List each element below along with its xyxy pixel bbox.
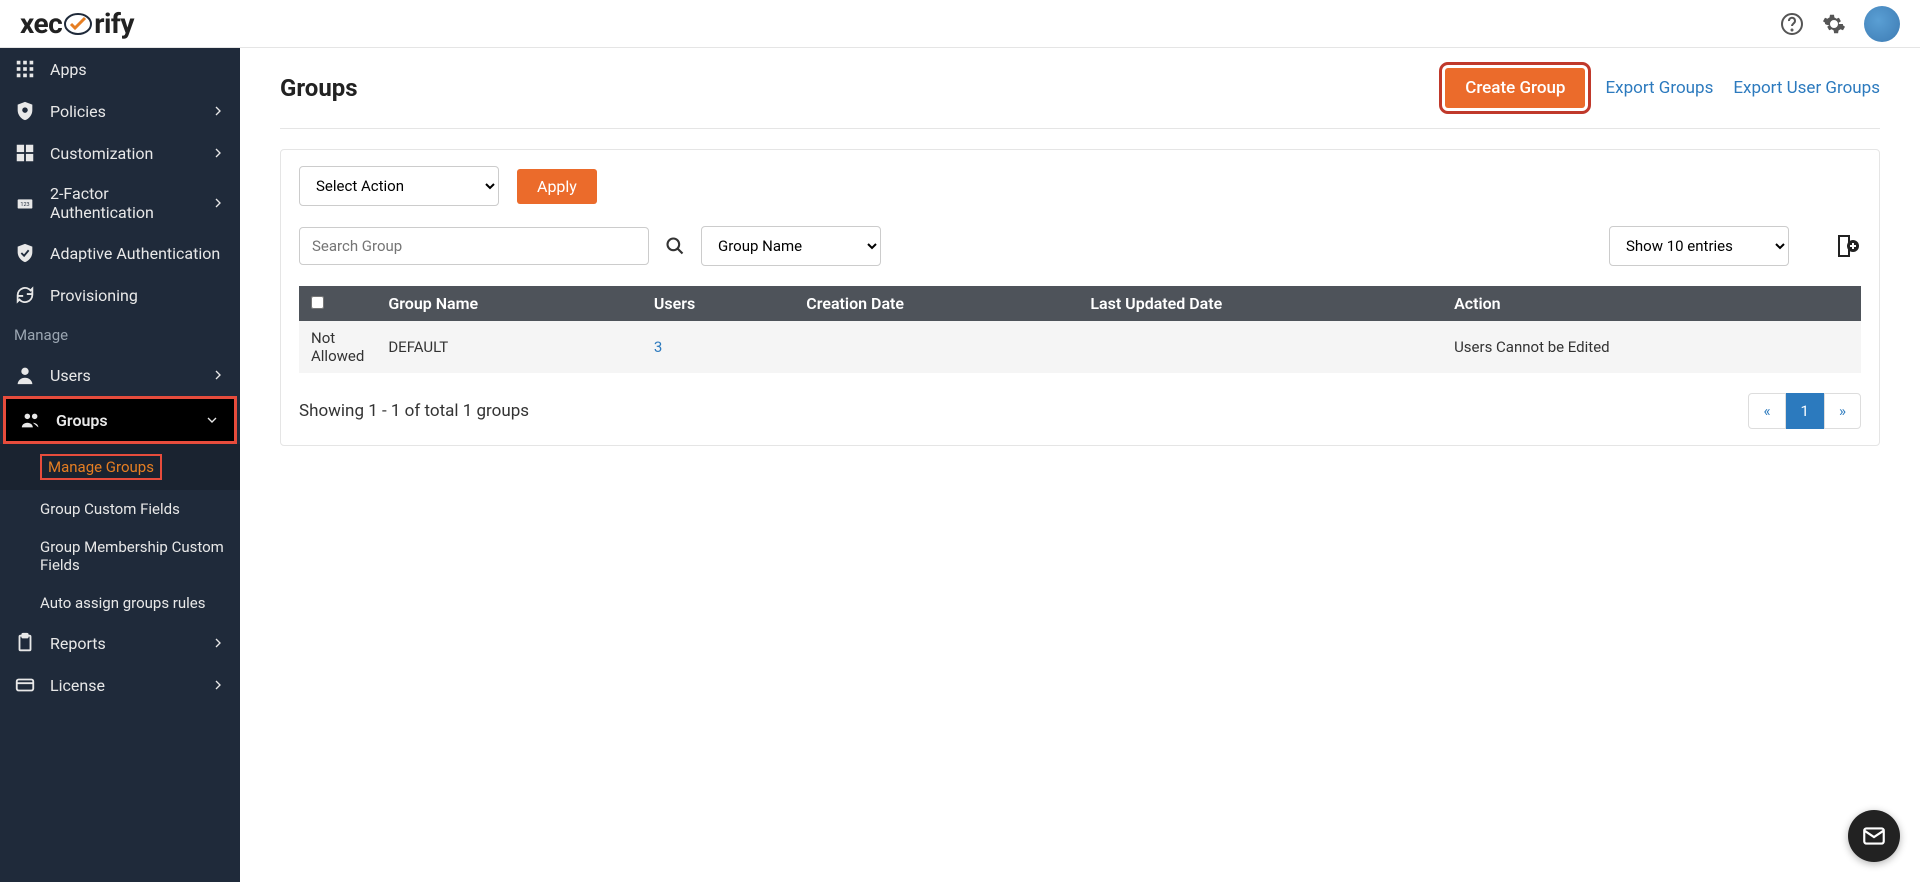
- search-input[interactable]: [299, 227, 649, 265]
- chevron-right-icon: [210, 635, 226, 651]
- sidebar-section-manage: Manage: [0, 316, 240, 354]
- sidebar-subitem-group-custom-fields[interactable]: Group Custom Fields: [0, 490, 240, 528]
- select-action[interactable]: Select Action: [299, 166, 499, 206]
- sidebar-subitem-group-membership-custom-fields[interactable]: Group Membership Custom Fields: [0, 528, 240, 584]
- sidebar-subitem-label: Group Membership Custom Fields: [40, 538, 224, 574]
- users-count-link[interactable]: 3: [654, 338, 662, 356]
- logo-check-icon: [64, 10, 92, 38]
- table-cell-users: 3: [642, 321, 794, 373]
- help-icon[interactable]: [1780, 12, 1804, 36]
- sidebar-subitem-label: Group Custom Fields: [40, 500, 180, 518]
- main-content: Groups Create Group Export Groups Export…: [240, 48, 1920, 882]
- page-next-button[interactable]: »: [1824, 393, 1861, 429]
- person-icon: [14, 364, 36, 386]
- lock123-icon: 123: [14, 192, 36, 214]
- sidebar-item-policies[interactable]: Policies: [0, 90, 240, 132]
- page-prev-button[interactable]: «: [1748, 393, 1785, 429]
- filter-select[interactable]: Group Name: [701, 226, 881, 266]
- export-groups-link[interactable]: Export Groups: [1605, 78, 1713, 98]
- pagination: « 1 »: [1748, 393, 1861, 429]
- table-cell-creation-date: [794, 321, 1078, 373]
- sidebar: Apps Policies Customization 123 2-Factor…: [0, 48, 240, 882]
- logo-text1: xec: [20, 7, 62, 40]
- sidebar-item-label: Provisioning: [50, 286, 226, 305]
- table-cell-group-name: DEFAULT: [376, 321, 642, 373]
- gear-icon[interactable]: [1822, 12, 1846, 36]
- entries-select[interactable]: Show 10 entries: [1609, 226, 1789, 266]
- sidebar-item-label: Customization: [50, 144, 210, 163]
- chat-button[interactable]: [1848, 810, 1900, 862]
- export-user-groups-link[interactable]: Export User Groups: [1733, 78, 1880, 98]
- sidebar-item-label: Apps: [50, 60, 226, 79]
- card-icon: [14, 674, 36, 696]
- sidebar-item-label: Reports: [50, 634, 210, 653]
- apply-button[interactable]: Apply: [517, 169, 597, 204]
- sidebar-subitem-label: Manage Groups: [40, 454, 162, 480]
- table-header-group-name: Group Name: [376, 286, 642, 321]
- sidebar-item-label: License: [50, 676, 210, 695]
- status-text: Showing 1 - 1 of total 1 groups: [299, 401, 529, 421]
- add-column-icon[interactable]: [1833, 232, 1861, 260]
- sidebar-item-label: Groups: [56, 411, 204, 430]
- sidebar-subitem-manage-groups[interactable]: Manage Groups: [0, 444, 240, 490]
- sidebar-subitem-auto-assign-groups-rules[interactable]: Auto assign groups rules: [0, 584, 240, 622]
- table-header-last-updated: Last Updated Date: [1078, 286, 1442, 321]
- sidebar-item-label: Users: [50, 366, 210, 385]
- search-row: Group Name Show 10 entries: [299, 226, 1861, 266]
- table-cell: Not Allowed: [299, 321, 376, 373]
- svg-text:123: 123: [20, 202, 29, 208]
- chevron-right-icon: [210, 195, 226, 211]
- chevron-down-icon: [204, 412, 220, 428]
- table-cell-updated-date: [1078, 321, 1442, 373]
- table-cell-action: Users Cannot be Edited: [1442, 321, 1861, 373]
- sidebar-item-adaptive-auth[interactable]: Adaptive Authentication: [0, 232, 240, 274]
- sidebar-item-2fa[interactable]: 123 2-Factor Authentication: [0, 174, 240, 232]
- apps-icon: [14, 58, 36, 80]
- sidebar-item-customization[interactable]: Customization: [0, 132, 240, 174]
- sidebar-item-groups[interactable]: Groups: [3, 396, 237, 444]
- groups-table: Group Name Users Creation Date Last Upda…: [299, 286, 1861, 373]
- sidebar-item-label: Adaptive Authentication: [50, 244, 226, 263]
- sidebar-subitem-label: Auto assign groups rules: [40, 594, 206, 612]
- sidebar-item-users[interactable]: Users: [0, 354, 240, 396]
- table-header-users: Users: [642, 286, 794, 321]
- chevron-right-icon: [210, 367, 226, 383]
- sync-icon: [14, 284, 36, 306]
- page-actions: Create Group Export Groups Export User G…: [1445, 68, 1880, 108]
- shield-icon: [14, 100, 36, 122]
- verified-icon: [14, 242, 36, 264]
- table-header-checkbox: [299, 286, 376, 321]
- table-header-action: Action: [1442, 286, 1861, 321]
- page-1-button[interactable]: 1: [1786, 393, 1824, 429]
- header-right: [1780, 6, 1900, 42]
- logo[interactable]: xec rify: [20, 7, 134, 40]
- chevron-right-icon: [210, 677, 226, 693]
- create-group-button[interactable]: Create Group: [1445, 68, 1585, 108]
- toolbar: Select Action Apply: [299, 166, 1861, 206]
- widgets-icon: [14, 142, 36, 164]
- select-all-checkbox[interactable]: [311, 296, 324, 309]
- header: xec rify: [0, 0, 1920, 48]
- page-header: Groups Create Group Export Groups Export…: [280, 68, 1880, 129]
- avatar[interactable]: [1864, 6, 1900, 42]
- clipboard-icon: [14, 632, 36, 654]
- groups-card: Select Action Apply Group Name Show 10 e…: [280, 149, 1880, 446]
- group-icon: [20, 409, 42, 431]
- table-row: Not Allowed DEFAULT 3 Users Cannot be Ed…: [299, 321, 1861, 373]
- sidebar-item-label: Policies: [50, 102, 210, 121]
- sidebar-item-apps[interactable]: Apps: [0, 48, 240, 90]
- chevron-right-icon: [210, 103, 226, 119]
- sidebar-item-license[interactable]: License: [0, 664, 240, 706]
- search-icon[interactable]: [665, 236, 685, 256]
- sidebar-item-label: 2-Factor Authentication: [50, 184, 210, 222]
- table-header-creation-date: Creation Date: [794, 286, 1078, 321]
- sidebar-item-reports[interactable]: Reports: [0, 622, 240, 664]
- table-footer: Showing 1 - 1 of total 1 groups « 1 »: [299, 393, 1861, 429]
- page-title: Groups: [280, 74, 358, 102]
- sidebar-item-provisioning[interactable]: Provisioning: [0, 274, 240, 316]
- logo-text2: rify: [94, 7, 134, 40]
- chevron-right-icon: [210, 145, 226, 161]
